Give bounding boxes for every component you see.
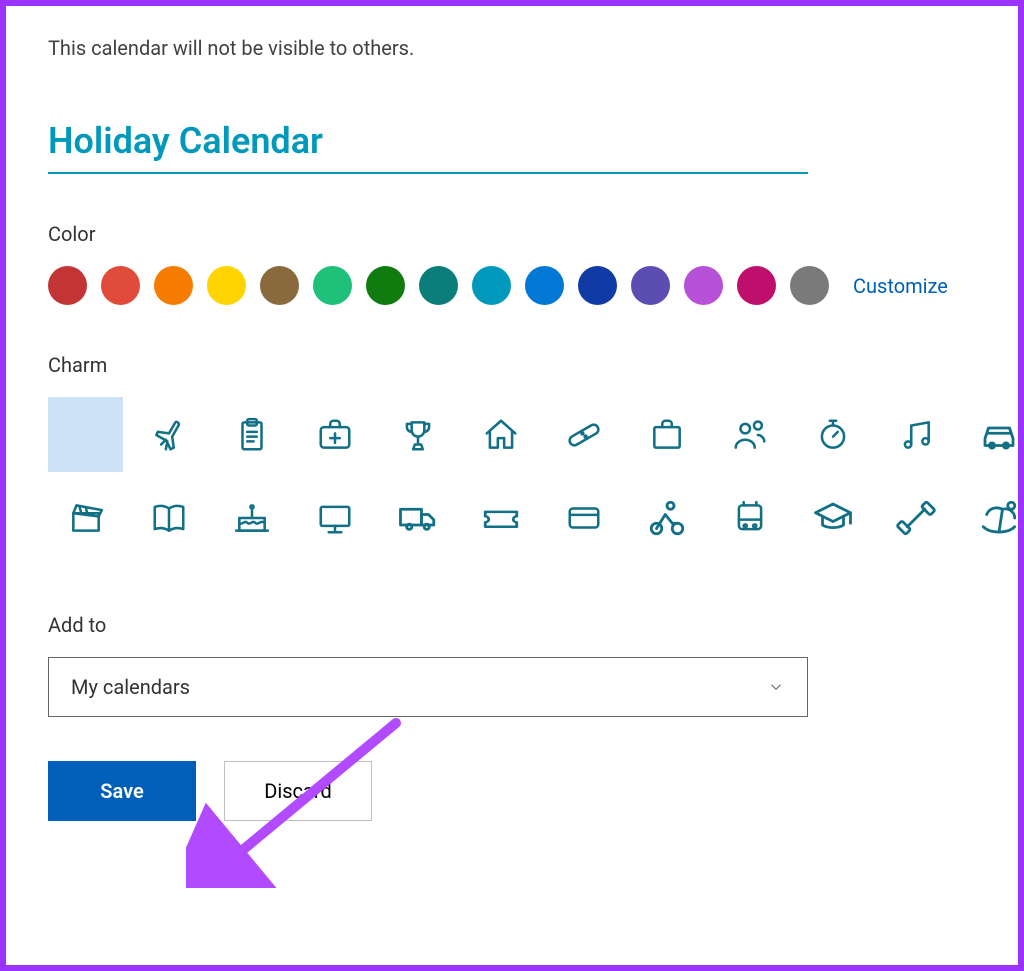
color-swatch-0[interactable] <box>48 266 87 305</box>
charm-credit-card[interactable] <box>546 480 621 555</box>
color-swatch-10[interactable] <box>578 266 617 305</box>
charm-cake[interactable] <box>214 480 289 555</box>
addto-section-label: Add to <box>48 613 976 637</box>
color-swatch-13[interactable] <box>737 266 776 305</box>
airplane-icon <box>150 416 188 454</box>
charm-clipboard[interactable] <box>214 397 289 472</box>
ticket-icon <box>480 497 522 539</box>
charm-graduation[interactable] <box>795 480 870 555</box>
color-swatch-11[interactable] <box>631 266 670 305</box>
calendar-name-input[interactable] <box>48 118 808 172</box>
music-icon <box>897 416 935 454</box>
charm-bus[interactable] <box>712 480 787 555</box>
cycling-icon <box>646 497 688 539</box>
charm-car[interactable] <box>961 397 1024 472</box>
color-swatch-row: Customize <box>48 266 976 305</box>
color-swatch-9[interactable] <box>525 266 564 305</box>
bandage-icon <box>565 416 603 454</box>
monitor-icon <box>316 499 354 537</box>
clipboard-icon <box>233 416 271 454</box>
color-swatch-7[interactable] <box>419 266 458 305</box>
charm-briefcase[interactable] <box>629 397 704 472</box>
color-swatch-12[interactable] <box>684 266 723 305</box>
calendar-name-field-wrap <box>48 118 808 174</box>
briefcase-icon <box>648 416 686 454</box>
charm-ticket[interactable] <box>463 480 538 555</box>
color-swatch-2[interactable] <box>154 266 193 305</box>
addto-selected-value: My calendars <box>71 675 190 699</box>
home-icon <box>482 416 520 454</box>
car-icon <box>978 414 1020 456</box>
color-swatch-8[interactable] <box>472 266 511 305</box>
book-icon <box>150 499 188 537</box>
charm-monitor[interactable] <box>297 480 372 555</box>
charm-book[interactable] <box>131 480 206 555</box>
charm-section-label: Charm <box>48 353 976 377</box>
charm-bandage[interactable] <box>546 397 621 472</box>
visibility-note: This calendar will not be visible to oth… <box>48 36 976 60</box>
charm-music[interactable] <box>878 397 953 472</box>
charm-none[interactable] <box>48 397 123 472</box>
charm-truck[interactable] <box>380 480 455 555</box>
credit-card-icon <box>565 499 603 537</box>
charm-people[interactable] <box>712 397 787 472</box>
trophy-icon <box>399 416 437 454</box>
beach-icon <box>978 497 1020 539</box>
truck-icon <box>397 497 439 539</box>
color-section-label: Color <box>48 222 976 246</box>
charm-grid <box>48 397 976 555</box>
color-swatch-14[interactable] <box>790 266 829 305</box>
charm-airplane[interactable] <box>131 397 206 472</box>
color-swatch-4[interactable] <box>260 266 299 305</box>
color-swatch-5[interactable] <box>313 266 352 305</box>
charm-beach[interactable] <box>961 480 1024 555</box>
dumbbell-icon <box>895 497 937 539</box>
charm-first-aid[interactable] <box>297 397 372 472</box>
charm-clapperboard[interactable] <box>48 480 123 555</box>
save-button[interactable]: Save <box>48 761 196 821</box>
bus-icon <box>731 499 769 537</box>
charm-home[interactable] <box>463 397 538 472</box>
customize-color-link[interactable]: Customize <box>853 274 948 298</box>
cake-icon <box>233 499 271 537</box>
color-swatch-3[interactable] <box>207 266 246 305</box>
people-icon <box>731 416 769 454</box>
graduation-icon <box>812 497 854 539</box>
charm-stopwatch[interactable] <box>795 397 870 472</box>
chevron-down-icon <box>767 678 785 696</box>
dialog-buttons: Save Discard <box>48 761 976 821</box>
color-swatch-1[interactable] <box>101 266 140 305</box>
discard-button[interactable]: Discard <box>224 761 372 821</box>
charm-cycling[interactable] <box>629 480 704 555</box>
addto-dropdown[interactable]: My calendars <box>48 657 808 717</box>
clapperboard-icon <box>67 499 105 537</box>
color-swatch-6[interactable] <box>366 266 405 305</box>
stopwatch-icon <box>814 416 852 454</box>
dialog-frame: This calendar will not be visible to oth… <box>0 0 1024 971</box>
charm-dumbbell[interactable] <box>878 480 953 555</box>
first-aid-icon <box>316 416 354 454</box>
charm-trophy[interactable] <box>380 397 455 472</box>
